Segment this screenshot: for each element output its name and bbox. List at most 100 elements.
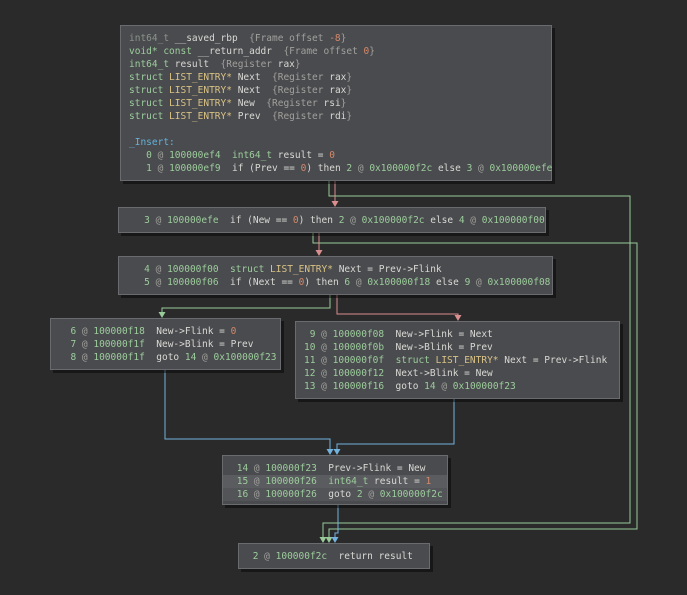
token-g: 2 (247, 551, 258, 562)
token-gy: {Frame offset (238, 33, 330, 44)
token-w: goto (384, 381, 424, 392)
basic-block-b6[interactable]: 6 @ 100000f18 New->Flink = 0 7 @ 100000f… (50, 318, 281, 370)
token-g: struct (129, 85, 169, 96)
token-w: else (430, 277, 464, 288)
asm-line[interactable]: 7 @ 100000f1f New->Blink = Prev (51, 338, 280, 351)
token-w: Next = Prev->Flink (333, 264, 442, 275)
token-w: Next->Blink = New (384, 368, 493, 379)
token-gy: } (341, 33, 347, 44)
asm-line[interactable]: struct LIST_ENTRY* Next {Register rax} (121, 84, 551, 97)
token-g: 0x100000f00 (482, 215, 545, 226)
asm-line[interactable]: 15 @ 100000f26 int64_t result = 1 (223, 475, 447, 488)
token-g: 100000f26 (265, 489, 316, 500)
token-g: struct (396, 355, 436, 366)
token-y: LIST_ENTRY* (436, 355, 499, 366)
asm-line[interactable]: 9 @ 100000f08 New->Flink = Next (296, 328, 619, 341)
token-g: 100000f00 (167, 264, 218, 275)
asm-line[interactable]: struct LIST_ENTRY* New {Register rsi} (121, 97, 551, 110)
token-w: result = (368, 476, 425, 487)
token-g: int64_t (328, 476, 368, 487)
asm-line[interactable]: 0 @ 100000ef4 int64_t result = 0 (121, 149, 551, 162)
token-g: void* const (129, 46, 192, 57)
token-g: 4 (127, 264, 150, 275)
asm-line[interactable]: 11 @ 100000f0f struct LIST_ENTRY* Next =… (296, 354, 619, 367)
token-w (221, 150, 232, 161)
basic-block-entry[interactable]: int64_t __saved_rbp {Frame offset -8}voi… (120, 25, 552, 181)
token-gy: } (295, 59, 301, 70)
token-gy: @ (248, 476, 265, 487)
token-gy: {Frame offset (272, 46, 364, 57)
token-g: 10 (304, 342, 315, 353)
token-g: 0 (129, 150, 152, 161)
basic-block-b2[interactable]: 2 @ 100000f2c return result (238, 543, 430, 569)
asm-line[interactable]: struct LIST_ENTRY* Next {Register rax} (121, 71, 551, 84)
token-w: rax (329, 72, 346, 83)
token-gy: @ (465, 215, 482, 226)
asm-line[interactable] (121, 123, 551, 136)
token-g: 9 (304, 329, 315, 340)
token-w: result = (272, 150, 329, 161)
token-gy: @ (363, 489, 380, 500)
asm-line[interactable]: 6 @ 100000f18 New->Flink = 0 (51, 325, 280, 338)
asm-line[interactable]: 3 @ 100000efe if (New == 0) then 2 @ 0x1… (119, 214, 545, 227)
asm-line[interactable]: 4 @ 100000f00 struct LIST_ENTRY* Next = … (119, 263, 552, 276)
token-gy: @ (150, 277, 167, 288)
asm-line[interactable]: 5 @ 100000f06 if (Next == 0) then 6 @ 0x… (119, 276, 552, 289)
token-g: 0x100000f08 (487, 277, 550, 288)
token-g: 0x100000f2c (369, 163, 432, 174)
token-gy: @ (76, 339, 93, 350)
basic-block-b14[interactable]: 14 @ 100000f23 Prev->Flink = New 15 @ 10… (222, 455, 448, 505)
asm-line[interactable]: 16 @ 100000f26 goto 2 @ 0x100000f2c (223, 488, 447, 501)
asm-line[interactable]: _Insert: (121, 136, 551, 149)
asm-line[interactable]: 10 @ 100000f0b New->Blink = Prev (296, 341, 619, 354)
token-w: rax (278, 59, 295, 70)
token-g: 100000f08 (333, 329, 384, 340)
token-gy: @ (150, 264, 167, 275)
asm-line[interactable]: int64_t __saved_rbp {Frame offset -8} (121, 32, 551, 45)
token-o: 0 (329, 150, 335, 161)
token-g: 100000f06 (167, 277, 218, 288)
asm-line[interactable]: 1 @ 100000ef9 if (Prev == 0) then 2 @ 0x… (121, 162, 551, 175)
token-w (384, 355, 395, 366)
token-gy: @ (196, 352, 213, 363)
asm-line[interactable]: struct LIST_ENTRY* Prev {Register rdi} (121, 110, 551, 123)
token-w: ) then (299, 215, 339, 226)
token-g: 0x100000f23 (453, 381, 516, 392)
asm-line[interactable]: 13 @ 100000f16 goto 14 @ 0x100000f23 (296, 380, 619, 393)
asm-line[interactable]: int64_t result {Register rax} (121, 58, 551, 71)
token-o: -8 (329, 33, 340, 44)
token-g: struct (129, 98, 169, 109)
token-w: New->Blink = Prev (384, 342, 493, 353)
token-gy: } (369, 46, 375, 57)
token-g: 100000f23 (265, 463, 316, 474)
token-o: 1 (426, 476, 432, 487)
token-g: 100000f12 (333, 368, 384, 379)
basic-block-b9[interactable]: 9 @ 100000f08 New->Flink = Next10 @ 1000… (295, 321, 620, 399)
token-g: 100000efe (167, 215, 218, 226)
token-y: LIST_ENTRY* (270, 264, 333, 275)
token-g: 3 (127, 215, 150, 226)
asm-line[interactable]: 14 @ 100000f23 Prev->Flink = New (223, 462, 447, 475)
asm-line[interactable]: 12 @ 100000f12 Next->Blink = New (296, 367, 619, 380)
graph-view-canvas[interactable]: int64_t __saved_rbp {Frame offset -8}voi… (0, 0, 687, 595)
asm-line[interactable]: 8 @ 100000f1f goto 14 @ 0x100000f23 (51, 351, 280, 364)
token-w: Next (232, 72, 261, 83)
token-w: New (232, 98, 255, 109)
token-w (317, 476, 328, 487)
token-gy: @ (76, 352, 93, 363)
token-w: Prev (232, 111, 261, 122)
token-y: LIST_ENTRY* (169, 98, 232, 109)
basic-block-b4[interactable]: 4 @ 100000f00 struct LIST_ENTRY* Next = … (118, 256, 553, 295)
token-g: int64_t (129, 59, 169, 70)
token-gy: @ (152, 163, 169, 174)
asm-line[interactable]: 2 @ 100000f2c return result (239, 550, 429, 563)
basic-block-b3[interactable]: 3 @ 100000efe if (New == 0) then 2 @ 0x1… (118, 207, 546, 233)
token-g: 6 (59, 326, 76, 337)
token-w: return result (327, 551, 413, 562)
token-gy: @ (350, 277, 367, 288)
edge-b4-false-to-b9 (337, 295, 458, 318)
token-w: rsi (324, 98, 341, 109)
token-g: 100000f2c (276, 551, 327, 562)
token-w: __return_addr (192, 46, 272, 57)
asm-line[interactable]: void* const __return_addr {Frame offset … (121, 45, 551, 58)
